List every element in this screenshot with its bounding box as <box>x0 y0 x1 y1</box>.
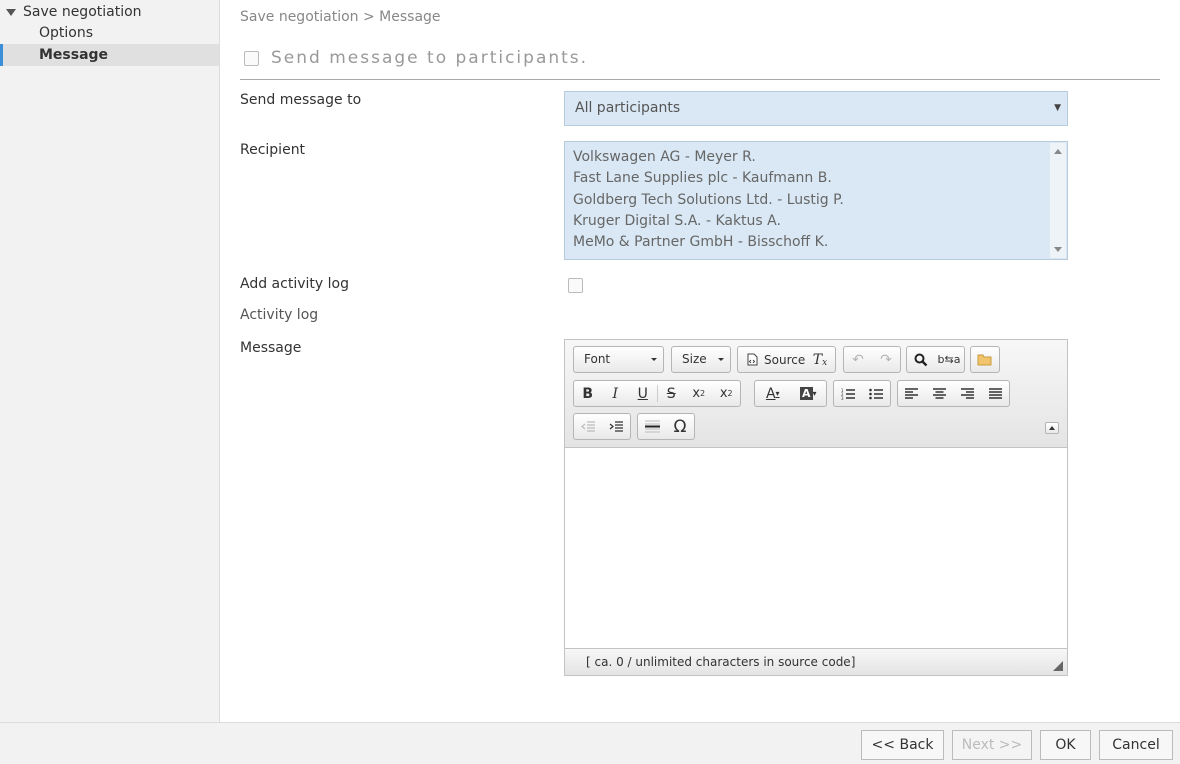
footer-bar: << Back Next >> OK Cancel <box>0 722 1180 764</box>
tree-root-label: Save negotiation <box>23 4 142 20</box>
recipient-option[interactable]: Goldberg Tech Solutions Ltd. - Lustig P. <box>573 190 1059 211</box>
expand-triangle-icon[interactable] <box>6 9 16 16</box>
bold-icon[interactable]: B <box>574 381 602 406</box>
horizontal-line-icon[interactable] <box>638 414 666 439</box>
folder-icon[interactable] <box>971 347 999 372</box>
back-button[interactable]: << Back <box>861 730 944 760</box>
align-right-glyph <box>960 388 974 399</box>
size-combo-label: Size <box>682 352 707 366</box>
svg-text:3: 3 <box>841 396 844 400</box>
recipient-scrollbar[interactable] <box>1050 143 1066 258</box>
align-left-icon[interactable] <box>898 381 926 406</box>
ordered-list-icon: 123 <box>841 388 855 400</box>
special-character-icon[interactable]: Ω <box>666 414 694 439</box>
dropdown-arrow-icon: ▼ <box>1054 103 1061 113</box>
font-combo[interactable]: Font <box>573 346 664 373</box>
section-title: Send message to participants. <box>271 48 589 68</box>
tree-root-save-negotiation[interactable]: Save negotiation <box>6 2 142 22</box>
rich-text-editor: Font Size Source Tx ↶ ↷ b⇆a B I U S x 2 … <box>564 339 1068 676</box>
align-right-icon[interactable] <box>954 381 982 406</box>
list-group: 123 <box>833 380 891 407</box>
strikethrough-icon[interactable]: S <box>657 381 685 406</box>
size-combo[interactable]: Size <box>671 346 731 373</box>
send-to-select[interactable]: All participants ▼ <box>564 91 1068 126</box>
find-group: b⇆a <box>906 346 965 373</box>
align-left-glyph <box>905 388 919 399</box>
sidebar-item-options[interactable]: Options <box>0 22 219 44</box>
sidebar-item-label: Options <box>39 25 94 41</box>
underline-icon[interactable]: U <box>629 381 657 406</box>
scroll-up-icon[interactable] <box>1054 149 1062 154</box>
send-to-value: All participants <box>575 100 681 116</box>
activity-log-label: Activity log <box>240 307 319 323</box>
recipient-option[interactable]: Fast Lane Supplies plc - Kaufmann B. <box>573 168 1059 189</box>
horizontal-rule-glyph <box>644 420 660 433</box>
send-message-checkbox[interactable] <box>244 51 259 66</box>
insert-group: Ω <box>637 413 695 440</box>
editor-toolbar: Font Size Source Tx ↶ ↷ b⇆a B I U S x 2 … <box>565 340 1067 448</box>
redo-icon[interactable]: ↷ <box>872 347 900 372</box>
next-button[interactable]: Next >> <box>952 730 1032 760</box>
indent-icon[interactable] <box>602 414 630 439</box>
chevron-down-icon <box>718 358 724 361</box>
sidebar-item-label: Message <box>39 47 109 63</box>
browse-group <box>970 346 1000 373</box>
text-color-icon[interactable]: A ▾ <box>755 381 791 406</box>
open-folder-icon <box>977 354 992 366</box>
send-to-label: Send message to <box>240 92 362 108</box>
increase-indent-glyph <box>609 421 623 432</box>
add-activity-log-checkbox[interactable] <box>568 278 583 293</box>
colors-group: A ▾ A ▾ <box>754 380 827 407</box>
font-combo-label: Font <box>584 352 611 366</box>
recipient-option[interactable]: MeMo & Partner GmbH - Bisschoff K. <box>573 232 1059 253</box>
search-icon <box>914 353 928 366</box>
basic-styles-group: B I U S x2 x2 <box>573 380 741 407</box>
sidebar-item-message[interactable]: Message <box>0 44 219 66</box>
indent-group <box>573 413 631 440</box>
find-icon[interactable] <box>907 347 935 372</box>
ok-button[interactable]: OK <box>1040 730 1091 760</box>
editor-status-bar: [ ca. 0 / unlimited characters in source… <box>565 648 1067 675</box>
superscript-icon[interactable]: x2 <box>712 381 740 406</box>
scroll-down-icon[interactable] <box>1054 247 1062 252</box>
justify-icon[interactable] <box>981 381 1009 406</box>
cancel-button[interactable]: Cancel <box>1099 730 1173 760</box>
recipient-label: Recipient <box>240 142 306 158</box>
justify-glyph <box>988 388 1002 399</box>
divider <box>240 79 1160 80</box>
undo-icon[interactable]: ↶ <box>844 347 872 372</box>
recipient-option[interactable]: Volkswagen AG - Meyer R. <box>573 147 1059 168</box>
message-label: Message <box>240 340 302 356</box>
sidebar: Save negotiation Options Message <box>0 0 220 722</box>
add-activity-log-label: Add activity log <box>240 276 349 292</box>
italic-icon[interactable]: I <box>602 381 630 406</box>
source-group: Source Tx <box>737 346 836 373</box>
background-color-icon[interactable]: A ▾ <box>791 381 827 406</box>
unordered-list-icon <box>869 388 883 399</box>
decrease-indent-glyph <box>581 421 595 432</box>
source-label: Source <box>764 352 806 367</box>
breadcrumb: Save negotiation > Message <box>240 9 441 25</box>
remove-format-icon[interactable]: Tx <box>806 347 834 372</box>
align-center-icon[interactable] <box>926 381 954 406</box>
recipient-listbox[interactable]: Volkswagen AG - Meyer R. Fast Lane Suppl… <box>564 141 1068 260</box>
chevron-down-icon <box>651 358 657 361</box>
collapse-toolbar-icon[interactable] <box>1045 422 1059 434</box>
numbered-list-icon[interactable]: 123 <box>834 381 862 406</box>
undo-redo-group: ↶ ↷ <box>843 346 901 373</box>
replace-icon[interactable]: b⇆a <box>935 347 963 372</box>
subscript-icon[interactable]: x2 <box>685 381 713 406</box>
source-button[interactable]: Source <box>738 347 806 372</box>
editor-content-area[interactable] <box>565 449 1067 649</box>
align-group <box>897 380 1010 407</box>
source-icon <box>747 353 758 366</box>
outdent-icon[interactable] <box>574 414 602 439</box>
bulleted-list-icon[interactable] <box>862 381 890 406</box>
recipient-option[interactable]: Kruger Digital S.A. - Kaktus A. <box>573 211 1059 232</box>
align-center-glyph <box>933 388 947 399</box>
resize-grip-icon[interactable] <box>1053 661 1063 671</box>
character-count: [ ca. 0 / unlimited characters in source… <box>586 655 856 669</box>
